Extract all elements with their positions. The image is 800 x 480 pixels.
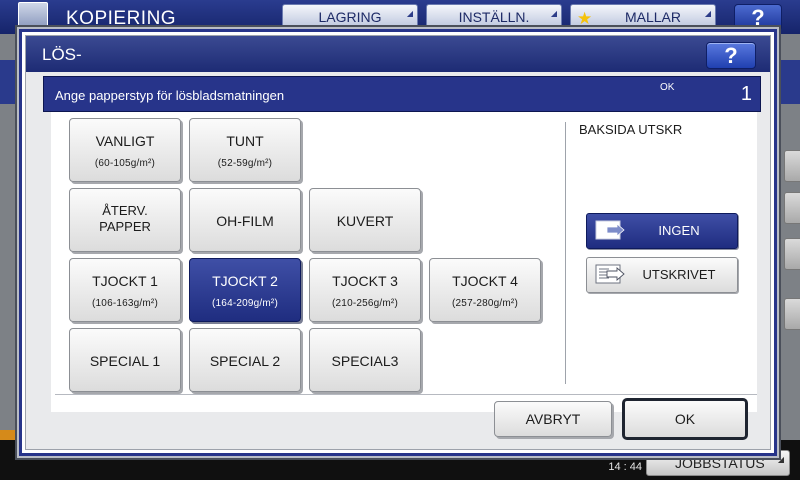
blank-page-icon [595,220,625,240]
paper-special1-label: SPECIAL 1 [89,353,161,369]
panel-divider [565,122,566,384]
dialog-body: LÖS- ? Ange papperstyp för lösbladsmatni… [25,35,771,450]
paper-envelope-button[interactable]: KUVERT [309,188,421,252]
background-side-button [784,150,800,182]
paper-thick4-label: TJOCKT 4 [452,273,518,289]
paper-recycled-label: ÅTERV. PAPPER [70,203,180,235]
paper-thin-label: TUNT [226,133,264,149]
paper-thick2-label: TJOCKT 2 [212,273,278,289]
paper-thick2-weight: (164-209g/m²) [212,298,278,309]
star-icon: ★ [577,9,593,28]
paper-plain-label: VANLIGT [95,133,155,149]
paper-transparency-label: OH-FILM [216,213,274,229]
paper-recycled-line1: ÅTERV. [102,203,148,218]
paper-thick1-label: TJOCKT 1 [92,273,158,289]
tab-storage-label: LAGRING [318,9,382,25]
corner-triangle-icon: ◢ [704,9,711,18]
paper-special2-label: SPECIAL 2 [209,353,281,369]
instruction-bar: Ange papperstyp för lösbladsmatningen OK… [43,76,761,112]
paper-recycled-line2: PAPPER [99,219,151,234]
paper-thin-weight: (52-59g/m²) [217,158,273,169]
paper-thick2-button[interactable]: TJOCKT 2 (164-209g/m²) [189,258,301,322]
paper-thick1-weight: (106-163g/m²) [92,298,158,309]
printed-page-icon [595,264,625,284]
time-text: 14 : 44 [608,461,642,473]
paper-special3-label: SPECIAL3 [331,353,399,369]
cancel-button[interactable]: AVBRYT [494,401,612,437]
back-side-printed-button[interactable]: UTSKRIVET [586,257,738,293]
paper-plain-weight: (60-105g/m²) [94,158,156,169]
corner-triangle-icon: ◢ [406,9,413,18]
paper-thick3-button[interactable]: TJOCKT 3 (210-256g/m²) [309,258,421,322]
ok-button[interactable]: OK [622,398,748,440]
paper-thick3-weight: (210-256g/m²) [332,298,398,309]
back-side-none-label: INGEN [658,223,700,238]
tab-templates[interactable]: ★ MALLAR ◢ [570,4,716,30]
corner-triangle-icon: ◢ [777,455,784,464]
paper-plain-button[interactable]: VANLIGT (60-105g/m²) [69,118,181,182]
tab-storage[interactable]: LAGRING ◢ [282,4,418,30]
paper-special1-button[interactable]: SPECIAL 1 [69,328,181,392]
tab-settings-label: INSTÄLLN. [458,9,530,25]
paper-type-panel: VANLIGT (60-105g/m²) TUNT (52-59g/m²) ÅT… [51,112,757,412]
background-side-button [784,192,800,224]
paper-special3-button[interactable]: SPECIAL3 [309,328,421,392]
sheet-count: 1 [740,83,752,105]
back-side-title: BAKSIDA UTSKR [579,122,683,137]
paper-transparency-button[interactable]: OH-FILM [189,188,301,252]
instruction-text: Ange papperstyp för lösbladsmatningen [55,88,285,103]
paper-thick4-weight: (257-280g/m²) [452,298,518,309]
paper-envelope-label: KUVERT [336,213,394,229]
copy-app-icon [18,2,48,28]
background-right-strip [778,60,800,104]
back-side-printed-label: UTSKRIVET [642,267,716,282]
paper-thick1-button[interactable]: TJOCKT 1 (106-163g/m²) [69,258,181,322]
back-side-none-button[interactable]: INGEN [586,213,738,249]
paper-special2-button[interactable]: SPECIAL 2 [189,328,301,392]
paper-recycled-button[interactable]: ÅTERV. PAPPER [69,188,181,252]
background-help-button[interactable]: ? [734,4,782,31]
footer-divider [55,394,757,395]
dialog-title: LÖS- [42,45,82,64]
ok-indicator: OK [660,82,675,93]
dialog-titlebar: LÖS- ? [26,36,770,72]
paper-thin-button[interactable]: TUNT (52-59g/m²) [189,118,301,182]
paper-thick4-button[interactable]: TJOCKT 4 (257-280g/m²) [429,258,541,322]
tab-templates-label: MALLAR [624,9,682,25]
paper-thick3-label: TJOCKT 3 [332,273,398,289]
job-status-label: JOBBSTATUS [675,455,765,471]
background-side-button [784,298,800,330]
corner-triangle-icon: ◢ [550,9,557,18]
background-app-title: KOPIERING [66,8,177,29]
tab-settings[interactable]: INSTÄLLN. ◢ [426,4,562,30]
paper-type-dialog: LÖS- ? Ange papperstyp för lösbladsmatni… [19,29,777,456]
help-button[interactable]: ? [706,42,756,69]
background-side-button [784,238,800,270]
